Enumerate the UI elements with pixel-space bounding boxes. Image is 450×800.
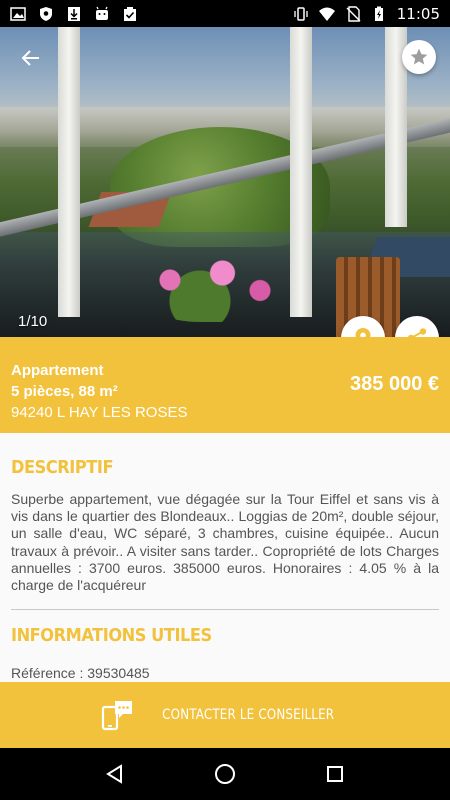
- property-location: 94240 L HAY LES ROSES: [11, 404, 188, 421]
- download-icon: [68, 6, 80, 21]
- description-title: DESCRIPTIF: [11, 457, 114, 478]
- circle-home-icon: [215, 764, 235, 784]
- no-sim-icon: [346, 5, 361, 22]
- nav-back-button[interactable]: [95, 754, 135, 794]
- arrow-left-icon: [21, 50, 39, 66]
- android-icon: [96, 6, 108, 20]
- contact-advisor-button[interactable]: CONTACTER LE CONSEILLER: [0, 682, 450, 748]
- nav-recents-button[interactable]: [315, 754, 355, 794]
- shield-icon: [40, 6, 52, 21]
- photo-post: [58, 27, 80, 317]
- phone-chat-icon: [101, 701, 132, 731]
- triangle-back-icon: [106, 764, 122, 784]
- description-text: Superbe appartement, vue dégagée sur la …: [11, 491, 439, 594]
- notification-icons: [10, 6, 138, 22]
- photo-post: [290, 27, 312, 317]
- reference-number: Référence : 39530485: [11, 665, 150, 681]
- clock: 11:05: [396, 4, 440, 23]
- property-price: 385 000 €: [350, 373, 439, 395]
- favorite-button[interactable]: [402, 40, 436, 74]
- back-button[interactable]: [16, 43, 46, 73]
- info-title: INFORMATIONS UTILES: [11, 625, 212, 646]
- navigation-bar: [0, 748, 450, 800]
- system-icons: 11:05: [293, 5, 440, 23]
- photo-flowers: [140, 252, 290, 322]
- vibrate-icon: [294, 6, 308, 21]
- property-photo[interactable]: [0, 27, 450, 337]
- photo-counter: 1/10: [18, 313, 48, 330]
- battery-charging-icon: [374, 6, 383, 21]
- property-type: Appartement: [11, 362, 104, 379]
- divider: [11, 609, 439, 610]
- nav-home-button[interactable]: [205, 754, 245, 794]
- clipboard-check-icon: [124, 6, 136, 21]
- listing-summary: Appartement 5 pièces, 88 m² 94240 L HAY …: [0, 337, 450, 433]
- status-bar: 11:05: [0, 0, 450, 27]
- star-icon: [410, 48, 428, 65]
- listing-details[interactable]: DESCRIPTIF Superbe appartement, vue déga…: [0, 433, 450, 682]
- image-icon: [10, 6, 26, 21]
- contact-advisor-label: CONTACTER LE CONSEILLER: [161, 707, 335, 723]
- wifi-icon: [318, 7, 335, 21]
- rooms-area: 5 pièces, 88 m²: [11, 383, 118, 400]
- square-recents-icon: [327, 766, 343, 782]
